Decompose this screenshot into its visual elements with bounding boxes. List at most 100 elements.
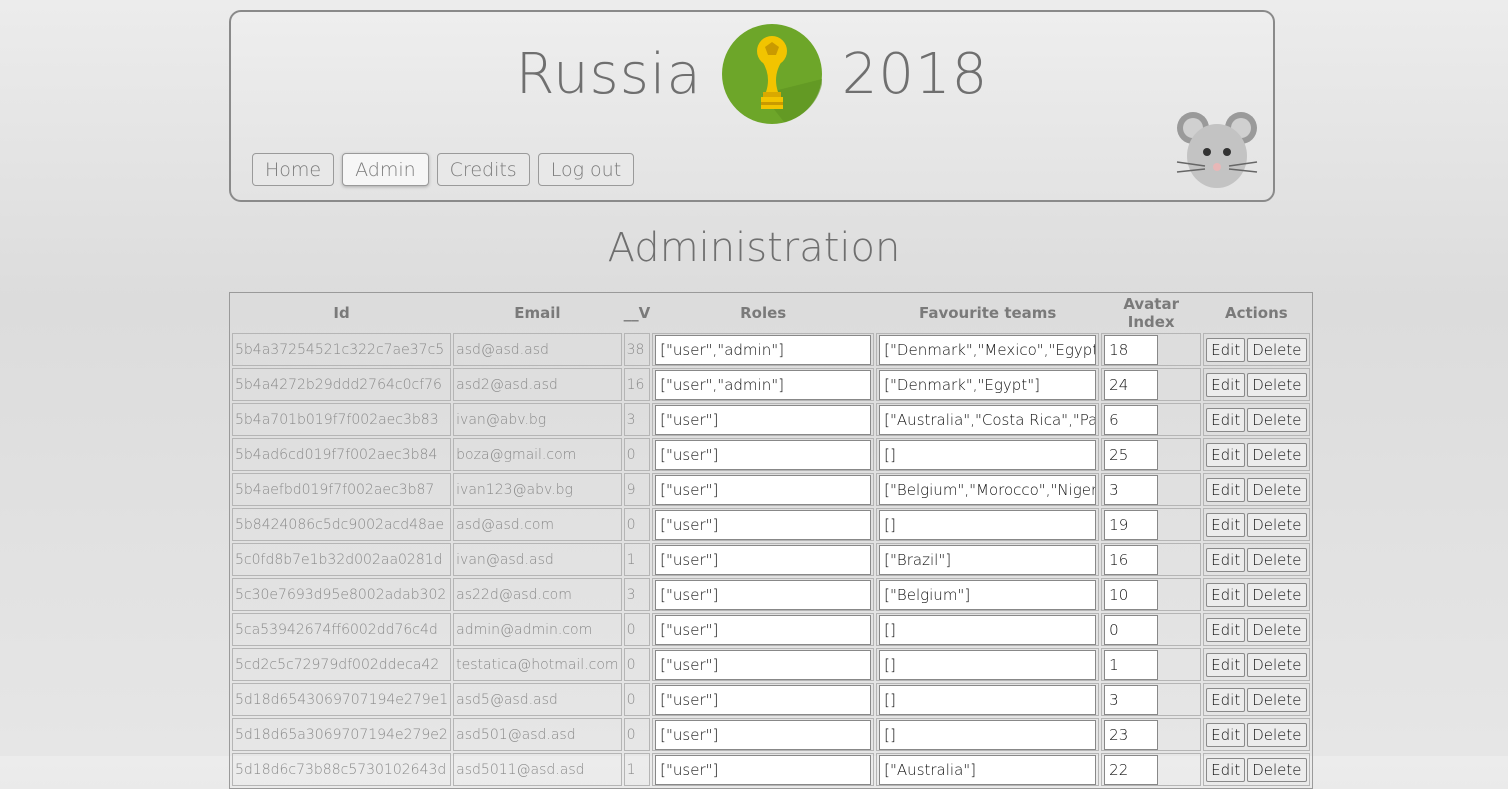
delete-button[interactable]: Delete [1247, 477, 1307, 502]
delete-button[interactable]: Delete [1247, 337, 1307, 362]
favourite-teams-input[interactable]: [] [879, 509, 1097, 540]
avatar-index-input[interactable]: 23 [1104, 719, 1159, 750]
cell-avatar-index: 6 [1101, 403, 1202, 436]
avatar-index-input[interactable]: 18 [1104, 334, 1159, 365]
table-row: 5d18d6543069707194e279e1 asd5@asd.asd 0 ["u… [232, 683, 1310, 716]
cell-id: 5b4aefbd019f7f002aec3b87 [232, 473, 452, 506]
avatar-index-input[interactable]: 24 [1104, 369, 1159, 400]
delete-button[interactable]: Delete [1247, 407, 1307, 432]
cell-roles: ["user"] [652, 753, 875, 786]
cell-email: asd2@asd.asd [453, 368, 622, 401]
roles-input[interactable]: ["user"] [655, 719, 872, 750]
favourite-teams-input[interactable]: [] [879, 684, 1097, 715]
favourite-teams-input[interactable]: ["Australia"] [879, 754, 1097, 785]
roles-input[interactable]: ["user"] [655, 684, 872, 715]
edit-button[interactable]: Edit [1206, 442, 1246, 467]
roles-input[interactable]: ["user"] [655, 474, 872, 505]
cell-actions: Edit Delete [1203, 683, 1310, 716]
avatar-index-input[interactable]: 6 [1104, 404, 1159, 435]
delete-button[interactable]: Delete [1247, 722, 1307, 747]
cell-id: 5b4ad6cd019f7f002aec3b84 [232, 438, 452, 471]
cell-version: 3 [623, 403, 651, 436]
nav-home-button[interactable]: Home [252, 153, 335, 186]
cell-roles: ["user"] [652, 403, 875, 436]
delete-button[interactable]: Delete [1247, 442, 1307, 467]
delete-button[interactable]: Delete [1247, 617, 1307, 642]
avatar-index-input[interactable]: 0 [1104, 614, 1159, 645]
roles-input[interactable]: ["user"] [655, 439, 872, 470]
avatar-index-input[interactable]: 3 [1104, 684, 1159, 715]
edit-button[interactable]: Edit [1206, 477, 1246, 502]
favourite-teams-input[interactable]: ["Belgium"] [879, 579, 1097, 610]
edit-button[interactable]: Edit [1206, 617, 1246, 642]
edit-button[interactable]: Edit [1206, 652, 1246, 677]
edit-button[interactable]: Edit [1206, 722, 1246, 747]
cell-favourite-teams: [] [876, 683, 1100, 716]
cell-avatar-index: 18 [1101, 333, 1202, 366]
favourite-teams-input[interactable]: [] [879, 719, 1097, 750]
avatar-index-input[interactable]: 25 [1104, 439, 1159, 470]
roles-input[interactable]: ["user"] [655, 404, 872, 435]
roles-input[interactable]: ["user"] [655, 509, 872, 540]
roles-input[interactable]: ["user"] [655, 754, 872, 785]
delete-button[interactable]: Delete [1247, 757, 1307, 782]
delete-button[interactable]: Delete [1247, 512, 1307, 537]
roles-input[interactable]: ["user","admin"] [655, 334, 872, 365]
favourite-teams-input[interactable]: ["Denmark","Mexico","Egypt", [879, 334, 1097, 365]
cell-actions: Edit Delete [1203, 718, 1310, 751]
edit-button[interactable]: Edit [1206, 337, 1246, 362]
delete-button[interactable]: Delete [1247, 582, 1307, 607]
edit-button[interactable]: Edit [1206, 547, 1246, 572]
table-row: 5b4a4272b29ddd2764c0cf76 asd2@asd.asd 16 ["… [232, 368, 1310, 401]
avatar-index-input[interactable]: 10 [1104, 579, 1159, 610]
cell-roles: ["user"] [652, 578, 875, 611]
mouse-avatar-icon[interactable] [1175, 108, 1259, 192]
cell-roles: ["user"] [652, 683, 875, 716]
table-row: 5b4aefbd019f7f002aec3b87 ivan123@abv.bg 9[… [232, 473, 1310, 506]
cell-actions: Edit Delete [1203, 438, 1310, 471]
edit-button[interactable]: Edit [1206, 687, 1246, 712]
cell-favourite-teams: ["Belgium","Morocco","Nigeri [876, 473, 1100, 506]
delete-button[interactable]: Delete [1247, 372, 1307, 397]
roles-input[interactable]: ["user"] [655, 579, 872, 610]
roles-input[interactable]: ["user"] [655, 544, 872, 575]
favourite-teams-input[interactable]: ["Australia","Costa Rica","Pana [879, 404, 1097, 435]
cell-version: 3 [623, 578, 651, 611]
avatar-index-input[interactable]: 16 [1104, 544, 1159, 575]
cell-favourite-teams: ["Belgium"] [876, 578, 1100, 611]
nav-credits-button[interactable]: Credits [436, 153, 530, 186]
site-title: Russia 2018 [231, 22, 1273, 126]
nav-logout-button[interactable]: Log out [537, 153, 635, 186]
avatar-index-input[interactable]: 19 [1104, 509, 1159, 540]
delete-button[interactable]: Delete [1247, 652, 1307, 677]
edit-button[interactable]: Edit [1206, 407, 1246, 432]
table-row: 5c30e7693d95e8002adab302 as22d@asd.com 3 ["… [232, 578, 1310, 611]
cell-roles: ["user"] [652, 718, 875, 751]
avatar-index-input[interactable]: 22 [1104, 754, 1159, 785]
cell-roles: ["user"] [652, 613, 875, 646]
column-header-actions: Actions [1224, 304, 1288, 322]
edit-button[interactable]: Edit [1206, 582, 1246, 607]
roles-input[interactable]: ["user"] [655, 649, 872, 680]
delete-button[interactable]: Delete [1247, 547, 1307, 572]
favourite-teams-input[interactable]: ["Brazil"] [879, 544, 1097, 575]
nav-admin-button[interactable]: Admin [342, 153, 429, 186]
edit-button[interactable]: Edit [1206, 757, 1246, 782]
edit-button[interactable]: Edit [1206, 372, 1246, 397]
favourite-teams-input[interactable]: [] [879, 439, 1097, 470]
favourite-teams-input[interactable]: [] [879, 649, 1097, 680]
table-row: 5cd2c5c72979df002ddeca42 testatica@hotmai… [232, 648, 1310, 681]
delete-button[interactable]: Delete [1247, 687, 1307, 712]
cell-actions: Edit Delete [1203, 403, 1310, 436]
edit-button[interactable]: Edit [1206, 512, 1246, 537]
avatar-index-input[interactable]: 1 [1104, 649, 1159, 680]
favourite-teams-input[interactable]: [] [879, 614, 1097, 645]
page-heading: Administration [607, 225, 901, 271]
favourite-teams-input[interactable]: ["Belgium","Morocco","Nigeri [879, 474, 1097, 505]
favourite-teams-input[interactable]: ["Denmark","Egypt"] [879, 369, 1097, 400]
cell-version: 1 [623, 753, 651, 786]
avatar-index-input[interactable]: 3 [1104, 474, 1159, 505]
roles-input[interactable]: ["user"] [655, 614, 872, 645]
table-row: 5d18d6c73b88c5730102643d asd5011@asd.asd 1… [232, 753, 1310, 786]
roles-input[interactable]: ["user","admin"] [655, 369, 872, 400]
